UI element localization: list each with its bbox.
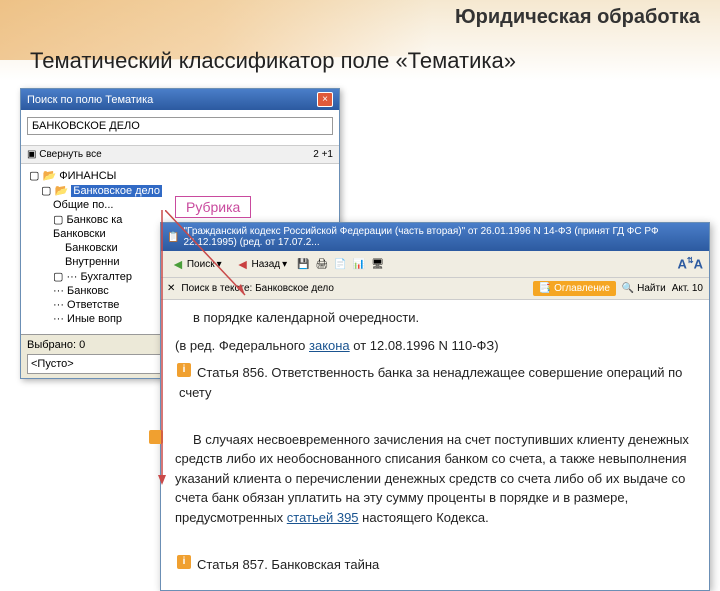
paragraph: (в ред. Федерального закона от 12.08.199… [175, 336, 695, 356]
act-badge: Акт. 10 [672, 283, 703, 294]
article-heading: iСтатья 856. Ответственность банка за не… [175, 363, 695, 402]
font-size-button[interactable]: A⇅A [678, 256, 703, 271]
collapse-all-link[interactable]: ▣ Свернуть все [27, 149, 102, 160]
info-icon[interactable]: i [177, 555, 191, 569]
article-link[interactable]: статьей 395 [287, 510, 359, 525]
tree-item[interactable]: ▢ 📂 ФИНАНСЫ [25, 168, 335, 183]
result-count: 2 +1 [313, 149, 333, 160]
close-icon[interactable]: × [317, 92, 333, 107]
print-icon[interactable]: 🖨 [316, 259, 329, 270]
search-title-text: Поиск по полю Тематика [27, 94, 153, 106]
doc-title-text: "Гражданский кодекс Российской Федерации… [183, 226, 703, 248]
paragraph: в порядке календарной очередности. [175, 308, 695, 328]
article-heading: iСтатья 857. Банковская тайна [175, 555, 695, 575]
save-icon[interactable]: 💾 [297, 259, 309, 270]
law-link[interactable]: закона [309, 338, 350, 353]
slide-subtitle: Тематический классификатор поле «Тематик… [30, 48, 516, 74]
slide-header: Юридическая обработка [455, 6, 700, 29]
arrow-icon [152, 210, 192, 490]
tool-icon[interactable]: 📊 [353, 259, 365, 270]
find-button[interactable]: 🔍 Найти [622, 283, 666, 294]
tool-icon[interactable]: 📄 [334, 259, 346, 270]
search-input[interactable] [27, 117, 333, 135]
paragraph: iВ случаях несвоевременного зачисления н… [175, 430, 695, 528]
toc-badge[interactable]: 📑 Оглавление [533, 281, 616, 296]
document-body: в порядке календарной очередности. (в ре… [161, 300, 709, 590]
annotation-rubrika: Рубрика [175, 196, 251, 218]
tool-icon[interactable]: 🖥 [371, 259, 384, 270]
search-titlebar[interactable]: Поиск по полю Тематика × [21, 89, 339, 110]
